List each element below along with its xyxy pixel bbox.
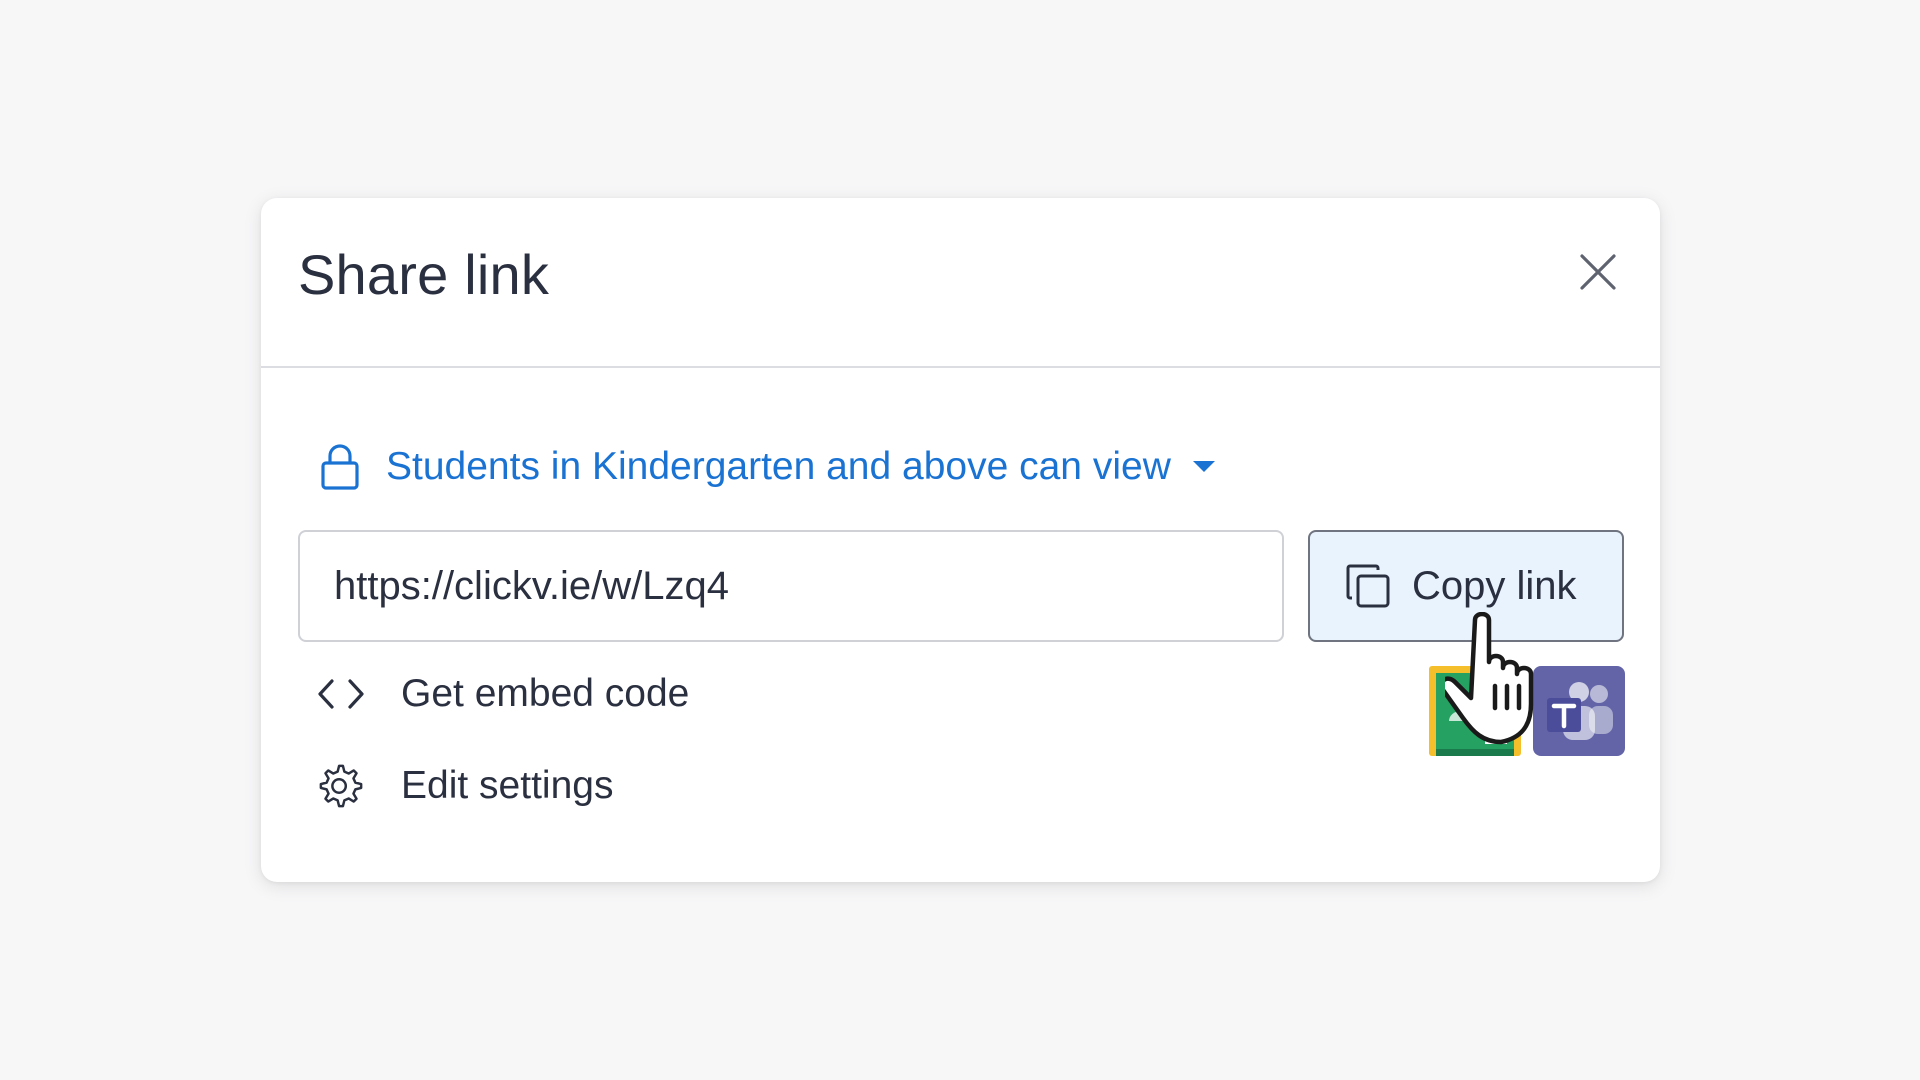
copy-link-button[interactable]: Copy link bbox=[1308, 530, 1624, 642]
edit-settings-label: Edit settings bbox=[401, 764, 614, 807]
get-embed-code-button[interactable]: Get embed code bbox=[318, 664, 689, 724]
share-google-classroom-button[interactable] bbox=[1429, 666, 1521, 756]
copy-icon bbox=[1346, 564, 1390, 608]
close-icon bbox=[1580, 254, 1616, 290]
gear-icon bbox=[318, 763, 364, 809]
dialog-header: Share link bbox=[261, 198, 1660, 368]
caret-down-icon bbox=[1192, 461, 1215, 472]
share-microsoft-teams-button[interactable] bbox=[1533, 666, 1625, 756]
close-button[interactable] bbox=[1576, 250, 1620, 294]
access-level-label: Students in Kindergarten and above can v… bbox=[386, 445, 1171, 488]
access-level-dropdown[interactable]: Students in Kindergarten and above can v… bbox=[320, 439, 1215, 495]
code-icon bbox=[318, 671, 364, 717]
get-embed-code-label: Get embed code bbox=[401, 672, 690, 715]
copy-link-label: Copy link bbox=[1412, 563, 1577, 608]
share-link-dialog: Share link Students in Kindergarten and … bbox=[261, 198, 1660, 882]
lock-icon bbox=[321, 444, 359, 490]
share-url-input[interactable] bbox=[298, 530, 1284, 642]
dialog-title: Share link bbox=[298, 243, 550, 306]
microsoft-teams-icon bbox=[1547, 682, 1613, 740]
google-classroom-icon bbox=[1436, 673, 1514, 756]
edit-settings-button[interactable]: Edit settings bbox=[318, 756, 613, 816]
